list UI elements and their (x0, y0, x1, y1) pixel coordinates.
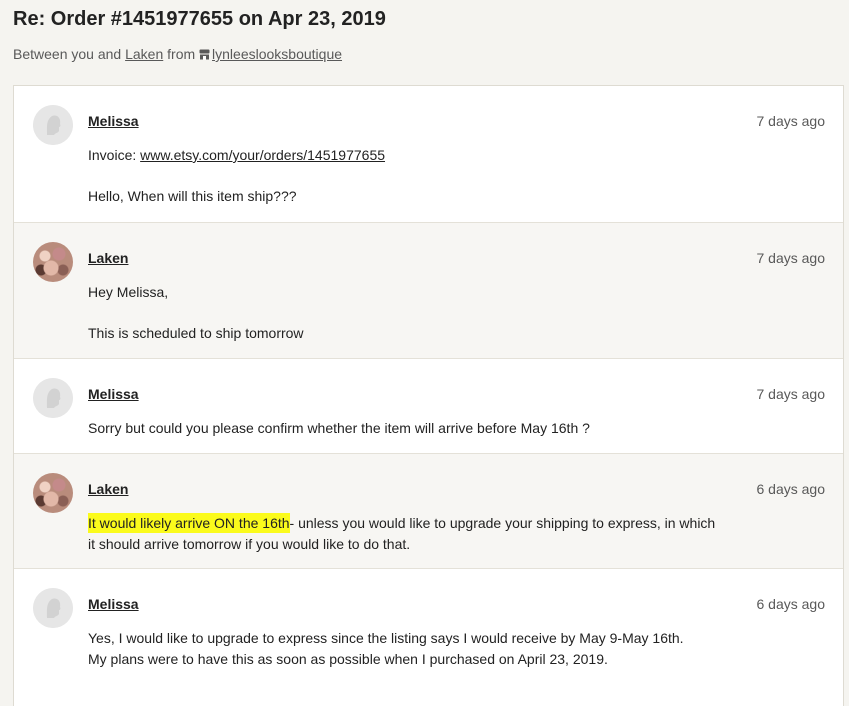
partner-link[interactable]: Laken (125, 46, 163, 62)
avatar[interactable] (33, 242, 73, 282)
message-body: Hey Melissa, This is scheduled to ship t… (88, 282, 723, 344)
message-item: Melissa 6 days ago Yes, I would like to … (14, 569, 843, 706)
message-body: Sorry but could you please confirm wheth… (88, 418, 783, 439)
sender-name[interactable]: Melissa (88, 113, 139, 129)
message-item: Laken 6 days ago It would likely arrive … (14, 454, 843, 569)
message-timestamp: 7 days ago (756, 113, 826, 129)
between-text: Between you and (13, 46, 122, 62)
invoice-link[interactable]: www.etsy.com/your/orders/1451977655 (140, 147, 385, 163)
shop-link[interactable]: lynleeslooksboutique (199, 46, 342, 62)
shop-icon (199, 49, 210, 60)
message-timestamp: 7 days ago (756, 386, 826, 402)
avatar[interactable] (33, 473, 73, 513)
sender-name[interactable]: Melissa (88, 596, 139, 612)
message-timestamp: 7 days ago (756, 250, 826, 266)
avatar[interactable] (33, 378, 73, 418)
message-item: Melissa 7 days ago Invoice: www.etsy.com… (14, 86, 843, 223)
default-avatar-icon (33, 105, 73, 145)
default-avatar-icon (33, 378, 73, 418)
message-text: Hello, When will this item ship??? (88, 188, 297, 204)
page-title: Re: Order #1451977655 on Apr 23, 2019 (13, 8, 386, 30)
default-avatar-icon (33, 588, 73, 628)
message-item: Laken 7 days ago Hey Melissa, This is sc… (14, 223, 843, 359)
avatar[interactable] (33, 105, 73, 145)
conversation-participants: Between you and Laken from lynleeslooksb… (13, 45, 839, 63)
message-thread: Melissa 7 days ago Invoice: www.etsy.com… (13, 85, 844, 706)
conversation-header: Re: Order #1451977655 on Apr 23, 2019 Be… (13, 6, 839, 63)
message-body: Invoice: www.etsy.com/your/orders/145197… (88, 145, 723, 207)
message-text: Yes, I would like to upgrade to express … (88, 630, 684, 667)
message-timestamp: 6 days ago (756, 596, 826, 612)
shop-name: lynleeslooksboutique (212, 46, 343, 62)
from-text: from (167, 46, 196, 62)
message-item: Melissa 7 days ago Sorry but could you p… (14, 359, 843, 454)
avatar[interactable] (33, 588, 73, 628)
sender-name[interactable]: Melissa (88, 386, 139, 402)
message-body: Yes, I would like to upgrade to express … (88, 628, 693, 670)
invoice-label: Invoice: (88, 147, 137, 163)
message-text: This is scheduled to ship tomorrow (88, 325, 304, 341)
sender-name[interactable]: Laken (88, 481, 128, 497)
message-text: Sorry but could you please confirm wheth… (88, 420, 590, 436)
message-text: Hey Melissa, (88, 284, 169, 300)
sender-name[interactable]: Laken (88, 250, 128, 266)
highlighted-text: It would likely arrive ON the 16th (88, 513, 290, 533)
message-timestamp: 6 days ago (756, 481, 826, 497)
message-body: It would likely arrive ON the 16th- unle… (88, 513, 723, 555)
